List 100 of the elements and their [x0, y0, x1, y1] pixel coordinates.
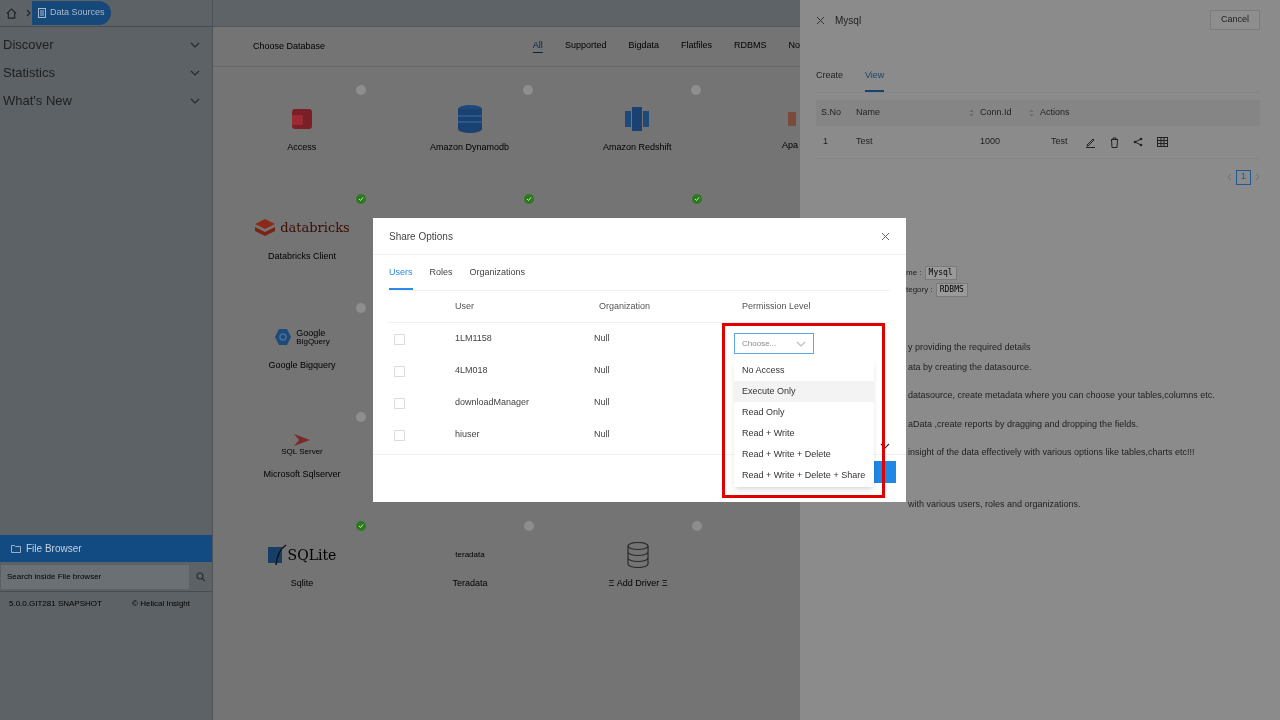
column-header: User [455, 299, 475, 313]
sort-icon[interactable] [1029, 109, 1034, 117]
column-header: Actions [1040, 106, 1070, 120]
help-text: aData ,create reports by dragging and dropping the fields. [908, 417, 1140, 431]
logo-text: SQLite [287, 546, 337, 565]
column-header: Name [856, 106, 880, 120]
database-label[interactable]: Sqlite [290, 577, 314, 591]
checkbox[interactable] [394, 365, 405, 377]
feather-icon [267, 544, 288, 566]
chevron-down-icon [880, 443, 890, 449]
checkbox[interactable] [394, 397, 405, 409]
help-text: datasource, create metadata where you can choose your tables,columns etc. [908, 389, 1216, 402]
database-label[interactable]: Amazon Redshift [603, 141, 672, 155]
column-header: Organization [599, 299, 652, 313]
file-browser-bar[interactable]: File Browser [0, 535, 212, 562]
filter-tab[interactable]: Bigdata [617, 38, 670, 55]
filter-tab[interactable]: All [521, 38, 554, 55]
chevron-down-icon [190, 70, 200, 76]
table-cell: Null [594, 332, 610, 346]
table-cell-text: Test [856, 135, 874, 149]
checkbox[interactable] [394, 333, 405, 345]
column-header: S.No [820, 106, 842, 120]
table-cell-text: hiuser [455, 428, 481, 442]
database-label[interactable]: Teradata [452, 577, 488, 591]
trash-icon[interactable] [1110, 136, 1119, 148]
sort-icon[interactable] [969, 109, 974, 117]
table-cell-text: downloadManager [455, 396, 531, 410]
nav-item[interactable]: Statistics [0, 59, 212, 87]
chevron-down-icon [190, 42, 200, 48]
chevron-down-icon [796, 340, 806, 347]
filter-tab[interactable]: RDBMS [722, 38, 778, 55]
list-icon [38, 8, 46, 18]
search-icon[interactable] [196, 571, 206, 582]
filter-tab[interactable]: Supported [553, 38, 618, 55]
chevron-right-icon[interactable] [1255, 173, 1260, 181]
database-label[interactable]: Databricks Client [268, 250, 336, 264]
close-icon[interactable] [881, 231, 890, 241]
logo-subtext: BigQuery [296, 337, 330, 346]
help-text: y providing the required details [908, 341, 1032, 354]
filter-tab[interactable]: Flatfiles [669, 38, 723, 55]
nav-item[interactable]: What's New [0, 87, 212, 115]
detail-label: me : [906, 267, 922, 279]
drawer-tab[interactable]: View [865, 68, 885, 92]
dialog-title: Share Options [389, 229, 453, 244]
table-cell: Null [594, 428, 610, 442]
table-cell-text: 1LM1158 [455, 332, 493, 346]
menu-item[interactable]: Read + Write + Delete + Share [734, 465, 874, 486]
edit-icon[interactable] [1085, 136, 1096, 148]
database-label[interactable]: Amazon Dynamodb [430, 141, 510, 155]
database-icon [289, 107, 314, 131]
logo-text: Google [296, 328, 327, 338]
detail-label: tegory : [906, 284, 933, 296]
chevron-down-icon [190, 98, 200, 104]
hexagon-icon [274, 328, 293, 346]
close-icon[interactable] [816, 15, 825, 25]
detail-tag: Mysql [924, 266, 957, 280]
database-label[interactable]: Access [287, 141, 317, 155]
select-field[interactable]: Choose... [734, 333, 814, 354]
table-cell-text: 1000 [980, 135, 1002, 149]
database-label[interactable]: Ξ Add Driver Ξ [608, 577, 668, 591]
breadcrumb-current[interactable]: Data Sources [32, 1, 111, 25]
table-cell-text: 1 [822, 135, 829, 149]
table-cell-text: 4LM018 [455, 364, 489, 378]
database-icon [624, 105, 651, 133]
share-icon[interactable] [1133, 137, 1143, 147]
menu-item[interactable]: No Access [734, 360, 874, 381]
menu-item[interactable]: Read + Write [734, 423, 874, 444]
table-cell: Null [594, 396, 610, 410]
help-text: with various users, roles and organizations. [908, 497, 1082, 511]
help-text: ata by creating the datasource. [908, 360, 1033, 374]
menu-item[interactable]: Read + Write + Delete [734, 444, 874, 465]
home-icon [5, 7, 17, 19]
drawer-title: Mysql [835, 13, 862, 28]
menu-item[interactable]: Execute Only [734, 381, 874, 402]
dialog-tab[interactable]: Organizations [469, 265, 526, 290]
search-field[interactable]: Search inside File browser [0, 563, 190, 590]
cancel-button[interactable]: Cancel [1210, 10, 1260, 30]
checkbox[interactable] [394, 429, 405, 441]
chevron-right-icon [25, 9, 31, 17]
arrow-icon [294, 434, 310, 446]
dialog-tab[interactable]: Roles [429, 265, 453, 290]
table-icon[interactable] [1157, 137, 1168, 147]
filter-tab[interactable]: No [777, 38, 800, 55]
logo-text: SQL Server [281, 446, 323, 458]
detail-tag: RDBMS [935, 283, 968, 297]
table-cell: Null [594, 364, 610, 378]
database-label[interactable]: Google Bigquery [268, 359, 336, 373]
dialog-tab[interactable]: Users [389, 265, 413, 290]
menu-item[interactable]: Read Only [734, 402, 874, 423]
database-label[interactable]: Microsoft Sqlserver [263, 468, 341, 482]
nav-item[interactable]: Discover [0, 31, 212, 59]
drawer-tab[interactable]: Create [816, 68, 843, 92]
brand-text: © Helical Insight [132, 598, 190, 610]
section-title: Choose Database [253, 39, 326, 53]
column-header: Conn.Id [980, 106, 1012, 120]
database-label[interactable]: Apa [781, 139, 798, 153]
logo-text: databricks [280, 219, 350, 238]
chevron-left-icon[interactable] [1227, 173, 1232, 181]
column-header: Permission Level [742, 299, 811, 313]
table-cell-text: Test [1051, 135, 1069, 149]
